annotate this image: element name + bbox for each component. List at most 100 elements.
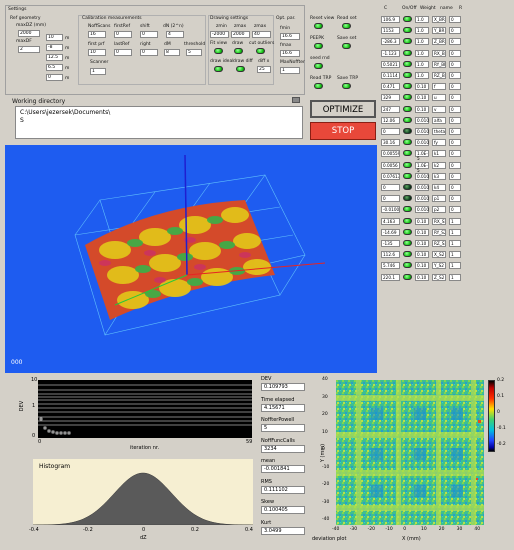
param-value-field[interactable]: -14.69 [381,228,400,236]
param-r-field[interactable]: 0 [449,184,461,191]
param-value-field[interactable]: -135 [381,240,400,247]
firstprf-field[interactable]: 10 [88,49,106,56]
shift-field[interactable]: 0 [140,31,158,38]
param-weight-field[interactable]: 0.010 [415,139,429,147]
stop-button[interactable]: STOP [310,122,376,140]
ref-field-5[interactable]: 0 [46,74,63,81]
fitview-toggle[interactable] [214,48,223,54]
param-r-field[interactable]: 0 [449,139,461,147]
maxnoffter-field[interactable]: 1 [280,67,300,74]
param-weight-field[interactable]: 1.0 [415,16,429,23]
param-r-field[interactable]: 0 [449,161,461,169]
param-value-field[interactable]: 0.1114 [381,72,400,79]
fmax-field[interactable]: 16.6 [280,50,300,57]
param-onoff-toggle[interactable] [403,206,412,213]
peepk-button[interactable] [314,43,323,49]
draw-toggle[interactable] [234,48,243,54]
param-weight-field[interactable]: 1.0E-5 [415,150,429,161]
param-value-field[interactable]: 0 [381,128,400,135]
param-r-field[interactable]: 0 [449,105,461,113]
maxdz-field[interactable]: 2000 [18,30,40,37]
param-weight-field[interactable]: 0.10 [415,83,429,91]
param-onoff-toggle[interactable] [403,240,412,246]
cutoutliers-toggle[interactable] [256,48,265,54]
param-onoff-toggle[interactable] [403,38,412,45]
param-onoff-toggle[interactable] [403,262,412,269]
param-value-field[interactable]: 0.07613 [381,172,400,180]
param-r-field[interactable]: 0 [449,116,461,124]
param-r-field[interactable]: 0 [449,38,461,46]
param-value-field[interactable]: 0.0056 [381,161,400,169]
param-weight-field[interactable]: 1.0 [415,38,429,46]
param-r-field[interactable]: 0 [449,16,461,23]
param-onoff-toggle[interactable] [403,150,412,157]
param-weight-field[interactable]: 1.0 [415,72,429,79]
ref-field-3[interactable]: 12.5 [46,54,63,61]
param-weight-field[interactable]: 0.10 [415,105,429,113]
param-onoff-toggle[interactable] [403,172,412,179]
param-onoff-toggle[interactable] [403,72,412,78]
workdir-field[interactable]: C:\Users\jezersek\Documents\ S [15,106,303,139]
seedrnd-button[interactable] [314,63,323,69]
param-onoff-toggle[interactable] [403,195,412,202]
param-onoff-toggle[interactable] [403,16,412,22]
fmin-field[interactable]: 16.6 [280,33,300,40]
param-r-field[interactable]: 1 [449,251,461,259]
param-r-field[interactable]: 1 [449,217,461,225]
drawdiff-toggle[interactable] [236,66,245,72]
param-value-field[interactable]: 5.746 [381,262,400,270]
maxdf-field[interactable]: 2 [18,46,40,53]
savetrp-button[interactable] [342,83,351,89]
dn-field[interactable]: 4 [166,31,184,38]
param-value-field[interactable]: 112.6 [381,251,400,259]
param-value-field[interactable]: 1153 [381,27,400,35]
readset-button[interactable] [342,23,351,29]
ref-field-1[interactable]: 10 [46,34,63,41]
saveset-button[interactable] [342,43,351,49]
param-value-field[interactable]: -286.3 [381,38,400,46]
param-r-field[interactable]: 0 [449,206,461,214]
folder-icon[interactable] [292,97,300,103]
param-r-field[interactable]: 0 [449,172,461,180]
param-r-field[interactable]: 0 [449,27,461,35]
param-onoff-toggle[interactable] [403,251,412,258]
param-r-field[interactable]: 0 [449,83,461,91]
param-onoff-toggle[interactable] [403,49,412,56]
param-r-field[interactable]: 0 [449,72,461,79]
right-field[interactable]: 0 [140,49,158,56]
param-weight-field[interactable]: 0.010 [415,195,429,203]
param-weight-field[interactable]: 0.10 [415,94,429,102]
param-value-field[interactable]: 220.1 [381,273,400,281]
param-weight-field[interactable]: 0.10 [415,240,429,247]
param-weight-field[interactable]: 0.10 [415,251,429,259]
param-weight-field[interactable]: 0.10 [415,228,429,236]
param-value-field[interactable]: 0.5021 [381,60,400,68]
param-value-field[interactable]: 12.06 [381,116,400,124]
param-onoff-toggle[interactable] [403,116,412,123]
scanner-field[interactable]: 1 [90,68,106,75]
param-value-field[interactable]: 106.9 [381,16,400,23]
zmax-field[interactable]: 2000 [231,31,250,38]
param-weight-field[interactable]: 1.0 [415,27,429,35]
readtrp-button[interactable] [314,83,323,89]
param-onoff-toggle[interactable] [403,228,412,235]
param-value-field[interactable]: 30.16 [381,139,400,147]
param-onoff-toggle[interactable] [403,83,412,90]
param-onoff-toggle[interactable] [403,94,412,101]
param-weight-field[interactable]: 1.0E-5 [415,161,429,173]
param-weight-field[interactable]: 1.0 [415,49,429,57]
param-onoff-toggle[interactable] [403,273,412,280]
param-value-field[interactable]: 0.00559 [381,150,400,158]
param-onoff-toggle[interactable] [403,27,412,34]
viewer-3d[interactable]: 000 [5,145,377,373]
param-r-field[interactable]: 0 [449,60,461,68]
param-weight-field[interactable]: 0.010 [415,172,429,180]
param-onoff-toggle[interactable] [403,217,412,224]
param-weight-field[interactable]: 0.010 [415,128,429,135]
noffscans-field[interactable]: 16 [88,31,106,38]
param-weight-field[interactable]: 0.10 [415,217,429,225]
param-r-field[interactable]: 1 [449,228,461,236]
param-r-field[interactable]: 0 [449,150,461,158]
param-weight-field[interactable]: 0.010 [415,116,429,124]
param-onoff-toggle[interactable] [403,184,412,190]
